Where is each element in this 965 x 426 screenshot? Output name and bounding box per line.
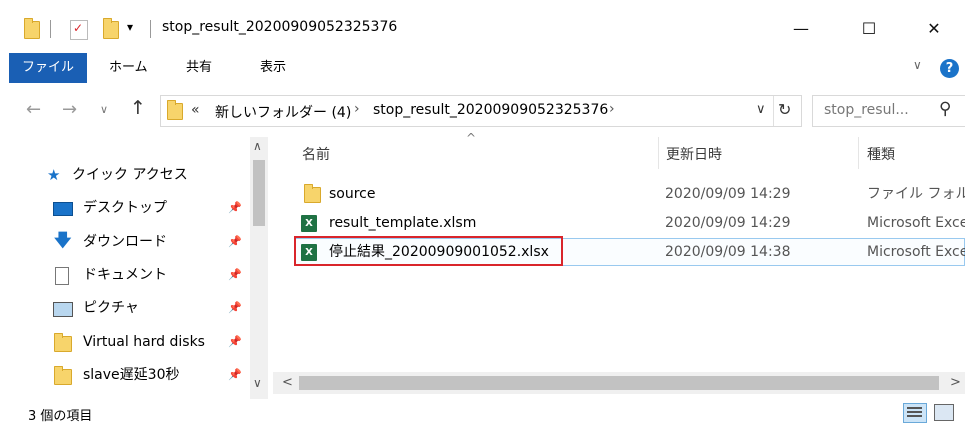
scroll-left-icon[interactable]: <: [282, 375, 293, 390]
pin-icon[interactable]: 📌: [228, 294, 242, 322]
scroll-down-icon[interactable]: ∨: [253, 376, 262, 390]
new-folder-icon[interactable]: [103, 18, 119, 39]
help-icon[interactable]: ?: [940, 59, 959, 78]
minimize-button[interactable]: —: [778, 14, 824, 44]
scroll-up-icon[interactable]: ∧: [253, 139, 262, 153]
file-name: result_template.xlsm: [329, 215, 477, 231]
refresh-icon[interactable]: ↻: [778, 100, 791, 119]
pin-icon[interactable]: 📌: [228, 194, 242, 222]
download-icon: 🡇: [54, 231, 72, 251]
file-modified: 2020/09/09 14:29: [665, 215, 791, 231]
tab-share[interactable]: 共有: [186, 53, 212, 83]
nav-item-virtual-hard-disks[interactable]: Virtual hard disks 📌: [53, 328, 248, 356]
nav-item-label: ダウンロード: [83, 234, 167, 250]
pin-icon[interactable]: 📌: [228, 228, 242, 256]
file-list: [270, 137, 965, 399]
recent-locations-icon[interactable]: ∨: [100, 103, 108, 116]
divider: [50, 20, 51, 38]
divider: [150, 20, 151, 38]
nav-item-label: ピクチャ: [83, 300, 139, 316]
nav-item-pictures[interactable]: ピクチャ 📌: [53, 294, 248, 322]
search-icon[interactable]: ⚲: [939, 99, 951, 119]
star-icon: ★: [47, 166, 61, 184]
tab-home[interactable]: ホーム: [109, 53, 148, 83]
back-button[interactable]: ←: [26, 99, 41, 120]
table-row[interactable]: source 2020/09/09 14:29 ファイル フォルダー: [295, 180, 965, 208]
pin-icon[interactable]: 📌: [228, 361, 242, 389]
nav-item-label: Virtual hard disks: [83, 334, 205, 350]
divider: [773, 96, 774, 126]
document-icon: [55, 267, 69, 285]
properties-icon[interactable]: ✓: [70, 20, 88, 40]
address-bar[interactable]: « 新しいフォルダー (4) › stop_result_20200909052…: [160, 95, 802, 127]
folder-icon: [24, 18, 40, 39]
column-divider[interactable]: [658, 137, 659, 169]
breadcrumb-separator[interactable]: ›: [609, 101, 615, 117]
qa-dropdown-icon[interactable]: ▾: [127, 20, 133, 34]
pin-icon[interactable]: 📌: [228, 261, 242, 289]
nav-item-label: クイック アクセス: [72, 167, 188, 183]
navigation-pane: ★ クイック アクセス デスクトップ 📌 🡇 ダウンロード 📌 ドキュメント 📌…: [0, 137, 270, 399]
nav-item-label: ドキュメント: [83, 267, 167, 283]
search-box[interactable]: stop_resul... ⚲: [812, 95, 965, 127]
folder-icon: [54, 333, 72, 352]
file-modified: 2020/09/09 14:29: [665, 186, 791, 202]
table-row[interactable]: X result_template.xlsm 2020/09/09 14:29 …: [295, 209, 965, 237]
address-dropdown-icon[interactable]: ∨: [756, 102, 766, 117]
file-type: Microsoft Excel: [867, 244, 965, 260]
excel-icon: X: [301, 215, 317, 232]
status-bar: [0, 399, 965, 426]
folder-icon: [54, 366, 72, 385]
tab-view[interactable]: 表示: [260, 53, 286, 83]
desktop-icon: [53, 202, 73, 216]
folder-icon: [167, 100, 183, 120]
folder-icon: [304, 184, 321, 203]
nav-item-downloads[interactable]: 🡇 ダウンロード 📌: [53, 228, 248, 256]
forward-button[interactable]: →: [62, 99, 77, 120]
large-icons-view-icon[interactable]: [934, 404, 954, 421]
up-button[interactable]: ↑: [130, 97, 146, 119]
scroll-right-icon[interactable]: >: [950, 375, 961, 390]
picture-icon: [53, 302, 73, 317]
file-type: Microsoft Excel: [867, 215, 965, 231]
breadcrumb-separator[interactable]: ›: [354, 101, 360, 117]
nav-item-documents[interactable]: ドキュメント 📌: [53, 261, 248, 289]
horizontal-scroll-thumb[interactable]: [299, 376, 939, 390]
nav-item-desktop[interactable]: デスクトップ 📌: [53, 194, 248, 222]
breadcrumb-current[interactable]: stop_result_20200909052325376: [373, 102, 608, 118]
column-header-name[interactable]: 名前: [302, 144, 330, 164]
tab-file[interactable]: ファイル: [9, 53, 87, 83]
search-input[interactable]: stop_resul...: [824, 102, 909, 118]
file-modified: 2020/09/09 14:38: [665, 244, 791, 260]
item-count: 3 個の項目: [28, 409, 93, 424]
column-header-modified[interactable]: 更新日時: [666, 144, 722, 164]
window-title: stop_result_20200909052325376: [162, 19, 398, 35]
nav-item-slave-delay[interactable]: slave遅延30秒 📌: [53, 361, 248, 389]
column-divider[interactable]: [858, 137, 859, 169]
nav-item-label: デスクトップ: [83, 200, 167, 216]
column-header-type[interactable]: 種類: [867, 144, 895, 164]
highlight-box: [294, 236, 563, 266]
nav-scroll-thumb[interactable]: [253, 160, 265, 226]
details-view-icon[interactable]: [903, 403, 927, 423]
breadcrumb-overflow[interactable]: «: [191, 102, 200, 118]
sort-indicator: ^: [466, 131, 477, 145]
nav-item-label: slave遅延30秒: [83, 367, 180, 383]
pin-icon[interactable]: 📌: [228, 328, 242, 356]
breadcrumb-parent[interactable]: 新しいフォルダー (4): [215, 102, 351, 122]
file-name: source: [329, 186, 376, 202]
ribbon-expand-icon[interactable]: ∨: [913, 58, 922, 72]
file-type: ファイル フォルダー: [867, 186, 965, 202]
close-button[interactable]: ✕: [911, 14, 957, 44]
maximize-button[interactable]: ☐: [846, 14, 892, 44]
